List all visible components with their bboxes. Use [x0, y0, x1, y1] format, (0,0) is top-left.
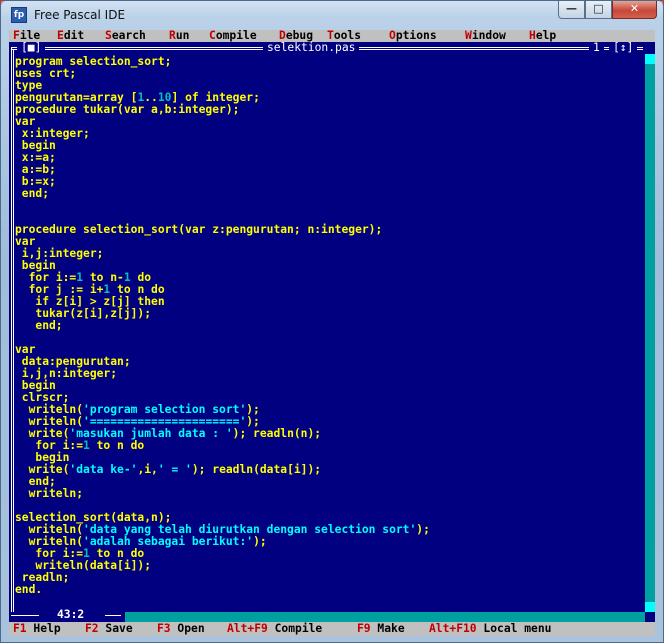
code-text: writeln;: [15, 487, 84, 500]
window-zoom-box[interactable]: [↕]: [609, 42, 638, 54]
menu-run[interactable]: Run: [169, 30, 189, 42]
menu-hotkey-letter: R: [169, 30, 176, 42]
title-bar[interactable]: fp Free Pascal IDE — □ ✕: [1, 1, 663, 29]
status-label: Make: [370, 622, 405, 635]
code-text: ); readln(n);: [232, 427, 322, 440]
menu-label: indow: [471, 30, 506, 42]
minimize-button[interactable]: —: [558, 1, 585, 19]
frame-bottom-line: [11, 615, 39, 616]
horizontal-scrollbar[interactable]: [125, 612, 645, 622]
fpc-app-icon[interactable]: fp: [11, 7, 27, 23]
code-line[interactable]: end;: [15, 188, 49, 200]
status-label: Save: [98, 622, 133, 635]
status-make[interactable]: F9 Make: [357, 622, 405, 636]
code-text: procedure selection_sort(var z:penguruta…: [15, 223, 383, 236]
menu-hotkey-letter: W: [465, 30, 472, 42]
menu-label: dit: [63, 30, 85, 42]
code-line[interactable]: end;: [15, 319, 63, 332]
scroll-down-arrow[interactable]: [645, 602, 655, 612]
status-help[interactable]: F1 Help: [13, 622, 61, 636]
menu-label: ompile: [215, 30, 257, 42]
string-literal: 'data ke-': [69, 463, 138, 476]
window-number: 1: [589, 42, 604, 54]
menu-compile[interactable]: Compile: [209, 30, 257, 42]
ide-console: File Edit Search Run Compile Debug Tools Option…: [9, 30, 655, 636]
window-title: Free Pascal IDE: [34, 8, 126, 22]
menu-options[interactable]: Options: [389, 30, 437, 42]
status-key: Alt+F9: [227, 622, 268, 635]
status-label: Local menu: [476, 622, 552, 635]
status-key: F2: [85, 622, 99, 635]
code-text: );: [416, 523, 430, 536]
code-line[interactable]: write('data ke-',i,' = '); readln(data[i…: [15, 463, 322, 476]
cursor-position: 43:2: [57, 608, 85, 621]
status-compile[interactable]: Alt+F9 Compile: [227, 622, 322, 636]
status-label: Open: [170, 622, 205, 635]
maximize-button[interactable]: □: [585, 1, 612, 19]
menu-label: un: [175, 30, 190, 42]
code-text: );: [253, 535, 267, 548]
frame-bottom-line-2: [105, 615, 121, 616]
status-bar: F1 Help F2 Save F3 Open Alt+F9 Compile F9 Ma…: [9, 622, 655, 636]
code-text: end;: [15, 319, 63, 332]
string-literal: ' = ': [157, 463, 192, 476]
scroll-up-arrow[interactable]: [645, 54, 655, 64]
editor-filename: selektion.pas: [263, 42, 360, 54]
number-literal: 1: [83, 439, 90, 452]
menu-help[interactable]: Help: [529, 30, 556, 42]
menu-label: ptions: [395, 30, 437, 42]
status-key: F1: [13, 622, 27, 635]
status-label: Help: [26, 622, 61, 635]
status-save[interactable]: F2 Save: [85, 622, 133, 636]
menu-hotkey-letter: S: [105, 30, 112, 42]
menu-label: elp: [535, 30, 557, 42]
menu-edit[interactable]: Edit: [57, 30, 84, 42]
code-line[interactable]: procedure selection_sort(var z:penguruta…: [15, 224, 382, 236]
status-open[interactable]: F3 Open: [157, 622, 205, 636]
window-controls: — □ ✕: [558, 1, 657, 20]
menu-hotkey-letter: F: [13, 30, 20, 42]
window-close-box[interactable]: [■]: [17, 42, 46, 54]
frame-left-line: [11, 47, 12, 612]
code-line[interactable]: end.: [15, 584, 42, 596]
frame-left-line-2: [13, 49, 14, 612]
code-text: end;: [15, 187, 50, 200]
menu-hotkey-letter: C: [209, 30, 216, 42]
vertical-scrollbar[interactable]: [645, 54, 655, 612]
status-key: Alt+F10: [429, 622, 477, 635]
status-key: F3: [157, 622, 171, 635]
status-key: F9: [357, 622, 371, 635]
menu-hotkey-letter: E: [57, 30, 64, 42]
code-line[interactable]: procedure tukar(var a,b:integer);: [15, 104, 239, 116]
status-local-menu[interactable]: Alt+F10 Local menu: [429, 622, 551, 636]
code-text: procedure tukar(var a,b:integer);: [15, 103, 240, 116]
menu-window[interactable]: Window: [465, 30, 506, 42]
code-text: to n do: [89, 439, 145, 452]
status-label: Compile: [267, 622, 323, 635]
menu-search[interactable]: Search: [105, 30, 146, 42]
menu-hotkey-letter: O: [389, 30, 396, 42]
window-frame: fp Free Pascal IDE — □ ✕ File Edit Search R…: [0, 0, 664, 643]
code-text: ,i,: [137, 463, 158, 476]
menu-hotkey-letter: H: [529, 30, 536, 42]
code-text: ); readln(data[i]);: [191, 463, 322, 476]
code-line[interactable]: writeln;: [15, 488, 83, 500]
menu-label: earch: [111, 30, 146, 42]
code-text: end.: [15, 583, 43, 596]
close-button[interactable]: ✕: [612, 1, 657, 19]
